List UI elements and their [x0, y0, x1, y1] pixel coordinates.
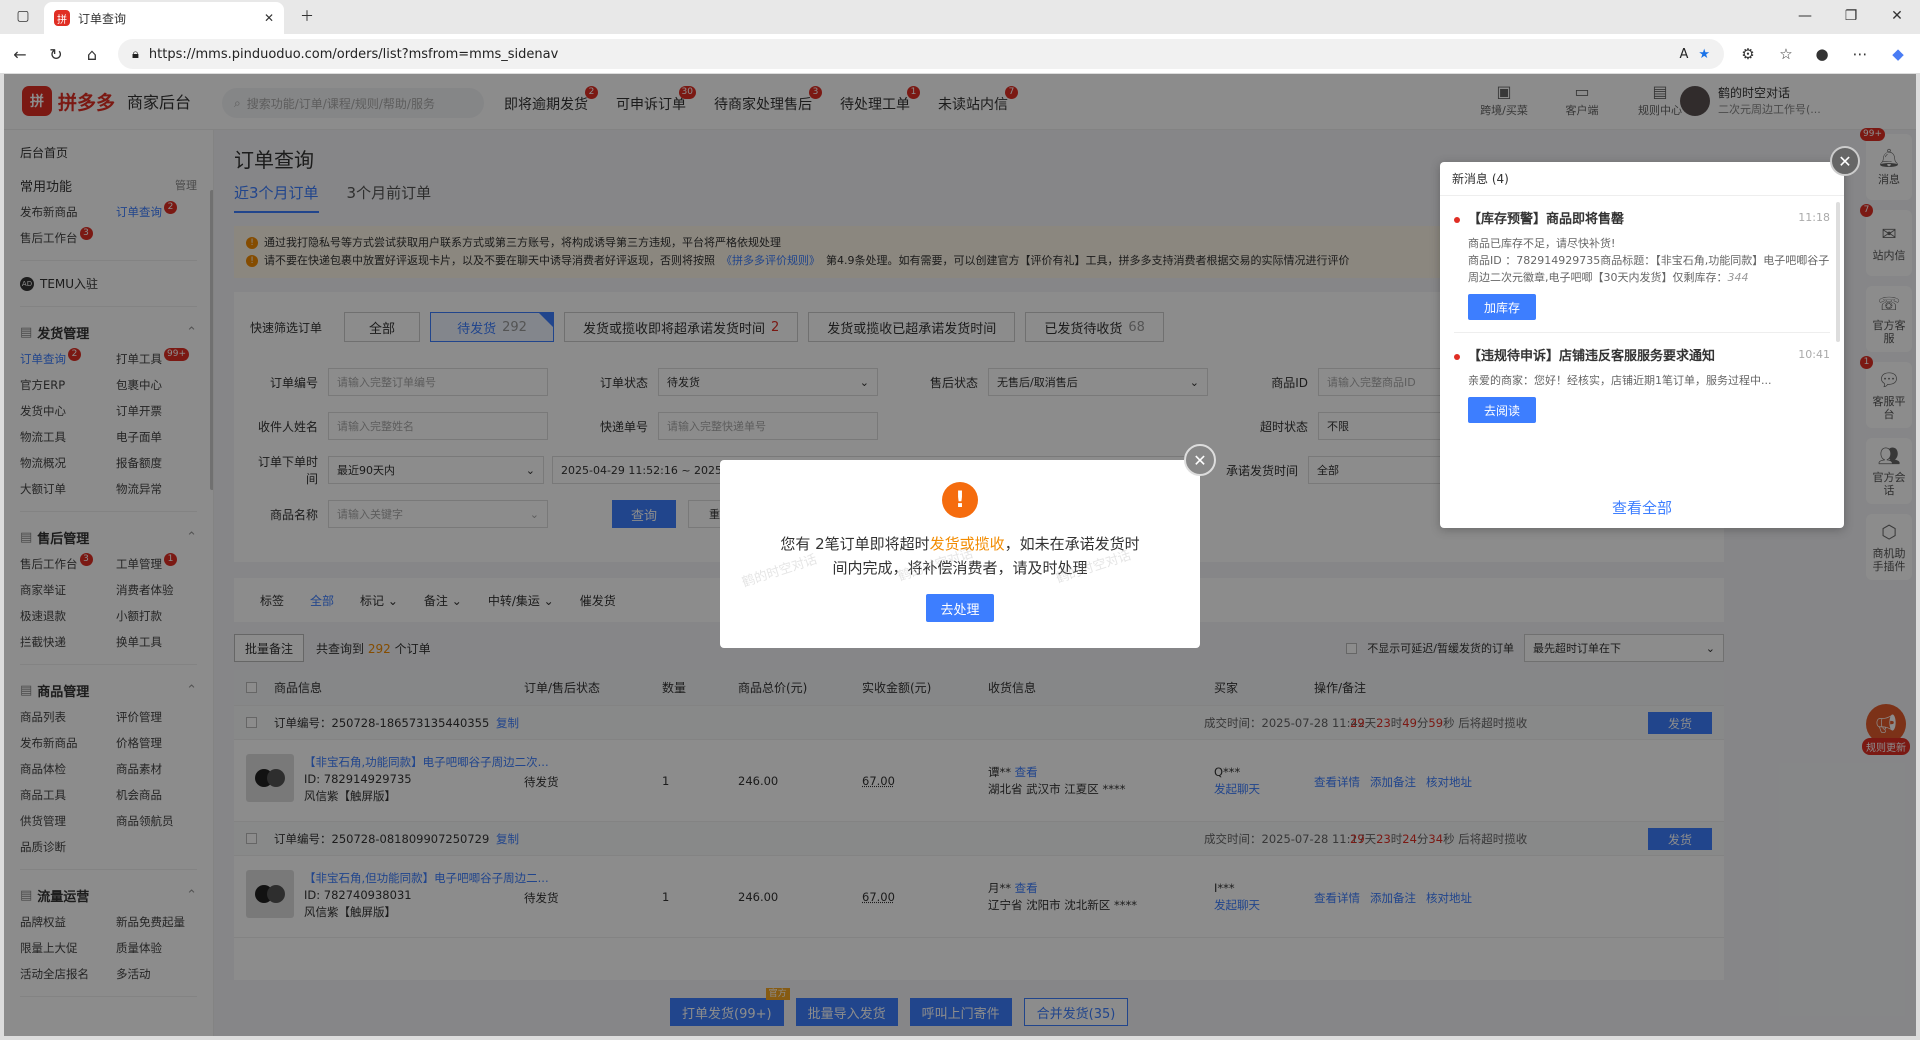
notification-scrollbar[interactable] [1836, 202, 1840, 342]
favorite-star-icon[interactable]: ★ [1698, 47, 1710, 62]
window-close-icon[interactable]: ✕ [1874, 0, 1920, 32]
url-text: https://mms.pinduoduo.com/orders/list?ms… [148, 46, 559, 62]
copilot-icon[interactable]: ◆ [1884, 40, 1912, 68]
lock-icon: 🔒︎ [132, 46, 139, 62]
notification-item: 【库存预警】商品即将售罄 11:18 商品已库存不足，请尽快补货! 商品ID ：78… [1440, 196, 1844, 320]
unread-dot [1454, 354, 1460, 360]
profile-icon[interactable]: ● [1808, 40, 1836, 68]
tab-title: 订单查询 [78, 11, 127, 26]
address-bar: ← ↻ ⌂ 🔒︎ https://mms.pinduoduo.com/order… [0, 34, 1920, 74]
notification-panel: 新消息 (4) 【库存预警】商品即将售罄 11:18 商品已库存不足，请尽快补货!… [1440, 162, 1844, 528]
go-handle-button[interactable]: 去处理 [926, 594, 994, 622]
new-tab-icon[interactable]: ＋ [284, 0, 330, 32]
extensions-icon[interactable]: ⚙ [1734, 40, 1762, 68]
read-aloud-icon[interactable]: A [1679, 47, 1688, 62]
browser-tabstrip: ▢ 拼 订单查询 ✕ ＋ — ❐ ✕ [0, 0, 1920, 34]
back-icon[interactable]: ← [6, 40, 34, 68]
exclamation-icon: ! [942, 482, 978, 518]
pinduoduo-favicon-icon: 拼 [54, 10, 70, 26]
overdue-alert-modal: 鹤的时空对话 鹤的时空对话 鹤的时空对话 ! 您有 2笔订单即将超时发货或揽收，… [720, 460, 1200, 648]
go-read-button[interactable]: 去阅读 [1468, 397, 1536, 423]
notification-item: 【违规待申诉】店铺违反客服服务要求通知 10:41 亲爱的商家：您好！经核实，店铺… [1440, 333, 1844, 423]
notification-close-icon[interactable]: ✕ [1830, 146, 1860, 176]
more-menu-icon[interactable]: ⋯ [1846, 40, 1874, 68]
notification-header: 新消息 (4) [1440, 162, 1844, 196]
merchant-app: 拼 拼多多 商家后台 ⌕ 搜索功能/订单/课程/规则/帮助/服务 即将逾期发货 2… [4, 74, 1916, 1036]
url-field[interactable]: 🔒︎ https://mms.pinduoduo.com/orders/list… [118, 39, 1724, 69]
close-tab-icon[interactable]: ✕ [264, 11, 274, 25]
modal-close-icon[interactable]: ✕ [1184, 444, 1216, 476]
home-icon[interactable]: ⌂ [78, 40, 106, 68]
favorites-icon[interactable]: ☆ [1772, 40, 1800, 68]
tab-actions-icon[interactable]: ▢ [0, 0, 46, 32]
browser-tab[interactable]: 拼 订单查询 ✕ [44, 2, 284, 34]
view-all-link[interactable]: 查看全部 [1440, 497, 1844, 518]
add-stock-button[interactable]: 加库存 [1468, 294, 1536, 320]
watermark: 鹤的时空对话 [740, 552, 820, 591]
reload-icon[interactable]: ↻ [42, 40, 70, 68]
restore-icon[interactable]: ❐ [1828, 0, 1874, 32]
unread-dot [1454, 217, 1460, 223]
minimize-icon[interactable]: — [1782, 0, 1828, 32]
